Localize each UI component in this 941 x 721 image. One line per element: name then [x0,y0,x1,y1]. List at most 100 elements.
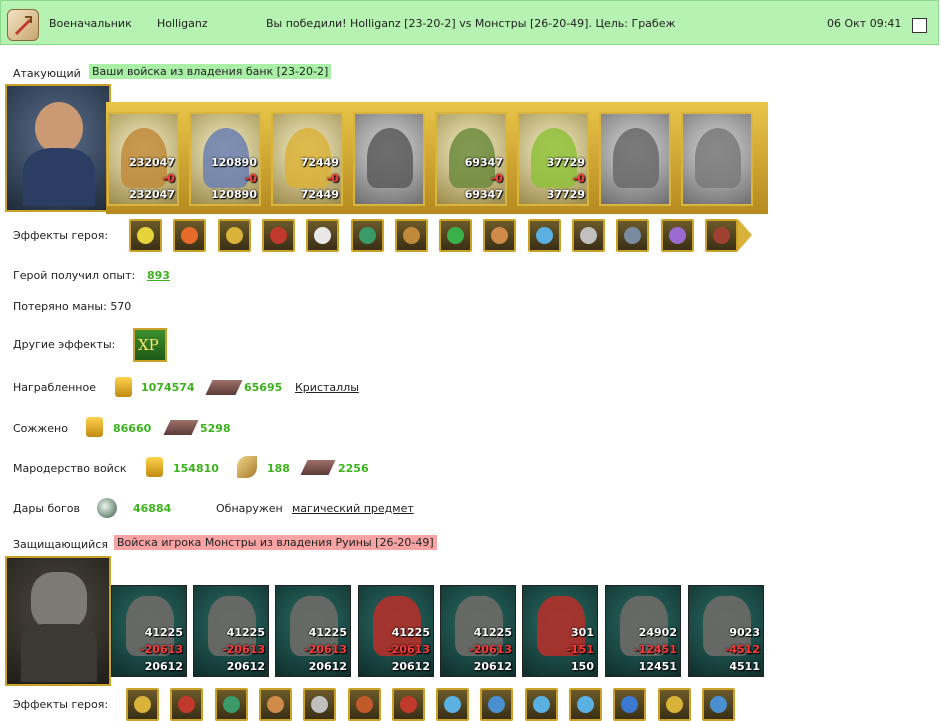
select-checkbox[interactable] [912,18,927,33]
magic-item-link[interactable]: магический предмет [292,502,414,515]
defender-army-tag: Войска игрока Монстры из владения Руины … [114,535,437,550]
hero-effect-icon[interactable] [170,688,204,721]
found-label: Обнаружен [216,502,283,515]
effect-glyph [399,696,417,713]
hero-effect-icon[interactable] [261,219,295,252]
sword-shield-icon[interactable] [7,9,39,41]
defender-unit-slot[interactable]: 41225 -20613 20612 [440,585,516,677]
attacker-unit-figure [695,128,741,188]
defender-unit-top-count: 41225 [391,626,430,639]
defender-unit-bottom-count: 20612 [391,660,430,673]
ore-icon [163,420,199,435]
attacker-unit-top-count: 232047 [129,156,175,169]
gods-gifts-value: 46884 [133,502,172,515]
attacker-unit-slot[interactable] [353,112,425,206]
attacker-unit-slot[interactable] [681,112,753,206]
hero-effect-icon[interactable] [350,219,384,252]
attacker-unit-top-count: 120890 [211,156,257,169]
exp-value[interactable]: 893 [147,269,170,282]
hero-effect-icon[interactable] [480,688,514,721]
hero-effect-icon[interactable] [569,688,602,721]
effect-glyph [137,227,154,244]
hero-effect-icon[interactable] [572,219,605,252]
hero-effect-icon[interactable] [217,219,251,252]
defender-unit-top-count: 41225 [308,626,347,639]
attacker-unit-bottom-count: 120890 [211,188,257,201]
mana-lost-label: Потеряно маны: 570 [13,300,132,313]
attacker-unit-slot[interactable] [599,112,671,206]
attacker-unit-bottom-count: 69347 [464,188,503,201]
defender-unit-bottom-count: 150 [571,660,594,673]
defender-unit-slot[interactable]: 9023 -4512 4511 [688,585,764,677]
looting-ore: 2256 [338,462,369,475]
hero-effect-icon[interactable] [616,219,650,252]
attacker-unit-mid-count: -0 [572,172,585,185]
defender-unit-slot[interactable]: 301 -151 150 [522,585,598,677]
player-name[interactable]: Holliganz [157,17,208,30]
defender-unit-bottom-count: 12451 [638,660,677,673]
hero-effect-icon[interactable] [391,688,425,721]
hero-effect-icon[interactable] [258,688,292,721]
hero-effect-icon[interactable] [527,219,561,252]
hero-effect-icon[interactable] [306,219,340,252]
effects-next-arrow-icon[interactable] [738,219,752,251]
battle-datetime: 06 Окт 09:41 [827,17,902,30]
effect-glyph [134,696,151,713]
attacker-unit-mid-count: -0 [326,172,339,185]
defender-unit-slot[interactable]: 41225 -20613 20612 [193,585,269,677]
hero-effect-icon[interactable] [657,688,691,721]
attacker-unit-figure [613,128,659,188]
hero-effect-icon[interactable] [126,688,159,721]
attacker-unit-top-count: 69347 [464,156,503,169]
defender-unit-top-count: 41225 [144,626,183,639]
attacker-unit-slot[interactable]: 120890 -0 120890 [189,112,261,206]
hero-effect-icon[interactable] [660,219,694,252]
attacker-unit-top-count: 72449 [300,156,339,169]
awarded-ore: 65695 [244,381,283,394]
burned-ore: 5298 [200,422,231,435]
effect-glyph [402,227,420,244]
effect-glyph [665,696,683,713]
hero-effect-icon[interactable] [439,219,473,252]
defender-hero-portrait[interactable] [5,556,111,686]
hero-effect-icon[interactable] [436,688,470,721]
hero-effect-icon[interactable] [173,219,207,252]
wheat-icon [237,456,257,478]
defender-unit-slot[interactable]: 41225 -20613 20612 [358,585,434,677]
defender-label: Защищающийся [13,538,108,551]
hero-effect-icon[interactable] [394,219,428,252]
ore-icon [205,380,243,395]
hero-effect-icon[interactable] [214,688,248,721]
looting-label: Мародерство войск [13,462,127,475]
attacker-unit-slot[interactable]: 72449 -0 72449 [271,112,343,206]
crystals-link[interactable]: Кристаллы [295,381,359,394]
gold-coins-icon [86,417,103,437]
attacker-hero-portrait[interactable] [5,84,111,212]
defender-unit-slot[interactable]: 41225 -20613 20612 [111,585,187,677]
effect-glyph [225,227,243,244]
attacker-unit-slot[interactable]: 69347 -0 69347 [435,112,507,206]
effect-glyph [311,696,329,713]
effect-glyph [532,696,550,713]
defender-unit-slot[interactable]: 24902 -12451 12451 [605,585,681,677]
hero-effect-icon[interactable] [303,688,337,721]
attacker-unit-slot[interactable]: 37729 -0 37729 [517,112,589,206]
hero-effect-icon[interactable] [483,219,517,252]
looting-gold: 154810 [173,462,219,475]
hero-effect-icon[interactable] [129,219,162,252]
hero-effect-icon[interactable] [524,688,558,721]
defender-unit-slot[interactable]: 41225 -20613 20612 [275,585,351,677]
hero-effect-icon[interactable] [704,219,738,252]
effect-glyph [535,227,553,244]
hero-effect-icon[interactable] [613,688,647,721]
attacker-unit-mid-count: -0 [490,172,503,185]
attacker-unit-mid-count: -0 [162,172,175,185]
xp-effect-icon[interactable]: XP [133,328,167,362]
attacker-army-tag: Ваши войска из владения банк [23-20-2] [89,64,332,79]
attacker-unit-slot[interactable]: 232047 -0 232047 [107,112,179,206]
hero-effect-icon[interactable] [347,688,381,721]
awarded-label: Награбленное [13,381,96,394]
hero-effect-icon[interactable] [701,688,735,721]
burned-label: Сожжено [13,422,68,435]
attacker-effects-label: Эффекты героя: [13,229,109,242]
